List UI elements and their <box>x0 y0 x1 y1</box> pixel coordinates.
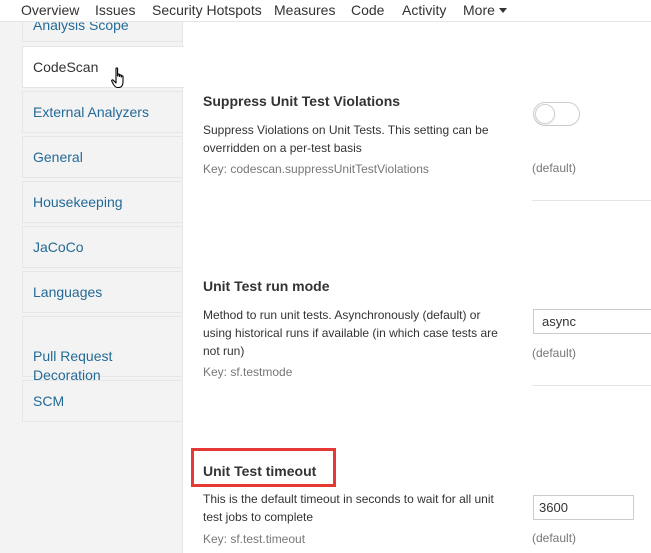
chevron-down-icon <box>498 7 507 13</box>
top-navigation: Overview Issues Security Hotspots Measur… <box>0 0 651 22</box>
sidebar-item-languages[interactable]: Languages <box>22 271 182 313</box>
sidebar-item-scm[interactable]: SCM <box>22 380 182 422</box>
divider <box>532 200 651 201</box>
nav-issues[interactable]: Issues <box>95 1 135 19</box>
default-label: (default) <box>532 161 577 175</box>
settings-category-sidebar: Analysis Scope CodeScan External Analyze… <box>0 10 184 553</box>
sidebar-item-housekeeping[interactable]: Housekeeping <box>22 181 182 223</box>
setting-key: Key: sf.testmode <box>203 365 293 379</box>
sidebar-item-codescan[interactable]: CodeScan <box>22 46 184 88</box>
sidebar-item-general[interactable]: General <box>22 136 182 178</box>
sidebar-item-label: JaCoCo <box>33 239 84 255</box>
timeout-input[interactable] <box>533 495 634 520</box>
sidebar-item-jacoco[interactable]: JaCoCo <box>22 226 182 268</box>
toggle-knob <box>535 104 555 124</box>
settings-main-panel: Suppress Unit Test Violations Suppress V… <box>182 22 651 553</box>
sidebar-item-label: SCM <box>33 393 65 409</box>
nav-measures[interactable]: Measures <box>274 1 335 19</box>
nav-more[interactable]: More <box>463 1 507 19</box>
nav-activity[interactable]: Activity <box>402 1 446 19</box>
sidebar-item-label: General <box>33 149 83 165</box>
setting-description: Suppress Violations on Unit Tests. This … <box>203 123 489 155</box>
nav-code[interactable]: Code <box>351 1 384 19</box>
suppress-violations-toggle[interactable] <box>533 102 580 126</box>
sidebar-item-external-analyzers[interactable]: External Analyzers <box>22 91 182 133</box>
sidebar-item-pull-request-decoration[interactable]: Pull Request Decoration <box>22 316 182 383</box>
nav-more-label: More <box>463 2 495 18</box>
sidebar-item-label: CodeScan <box>33 59 99 75</box>
setting-key: Key: sf.test.timeout <box>203 532 306 546</box>
nav-overview[interactable]: Overview <box>21 1 79 19</box>
setting-key: Key: codescan.suppressUnitTestViolations <box>203 162 429 176</box>
setting-description: This is the default timeout in seconds t… <box>203 492 494 524</box>
hand-pointer-icon <box>111 67 124 89</box>
sidebar-item-label: Housekeeping <box>33 194 123 210</box>
default-label: (default) <box>532 531 577 545</box>
run-mode-select[interactable]: async <box>533 309 651 334</box>
nav-security-hotspots[interactable]: Security Hotspots <box>152 1 262 19</box>
divider <box>532 385 651 386</box>
setting-title-suppress-unit-test-violations: Suppress Unit Test Violations <box>203 93 401 109</box>
setting-description: Method to run unit tests. Asynchronously… <box>203 308 498 358</box>
sidebar-item-label: Languages <box>33 284 103 300</box>
default-label: (default) <box>532 346 577 360</box>
setting-title-unit-test-timeout: Unit Test timeout <box>203 463 317 479</box>
setting-title-unit-test-run-mode: Unit Test run mode <box>203 278 330 294</box>
sidebar-item-label: External Analyzers <box>33 104 149 120</box>
